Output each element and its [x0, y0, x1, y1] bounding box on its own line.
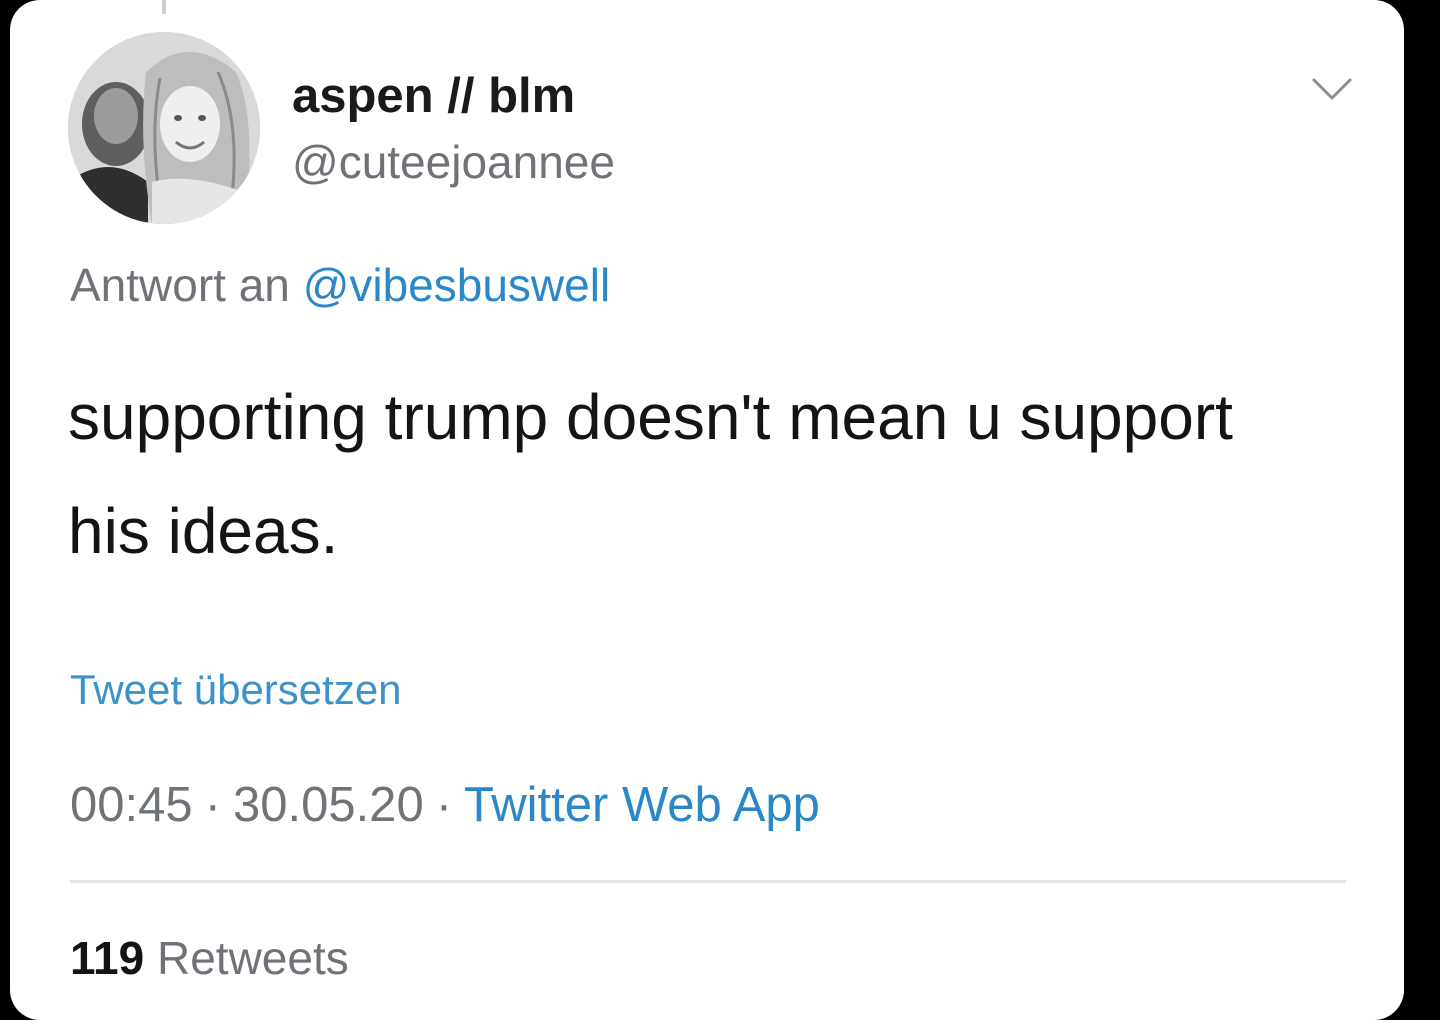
- translate-tweet-link[interactable]: Tweet übersetzen: [70, 664, 402, 716]
- top-edge-mark: [162, 0, 166, 14]
- tweet-card: aspen // blm @cuteejoannee Antwort an @v…: [10, 0, 1404, 1020]
- retweet-count: 119: [70, 932, 145, 984]
- meta-separator: ·: [204, 778, 221, 832]
- retweet-label: Retweets: [157, 932, 349, 984]
- tweet-date[interactable]: 30.05.20: [233, 778, 424, 832]
- divider: [70, 880, 1346, 883]
- tweet-time[interactable]: 00:45: [70, 778, 193, 832]
- reply-prefix: Antwort an: [70, 259, 303, 311]
- user-handle[interactable]: @cuteejoannee: [292, 134, 615, 190]
- reply-mention-link[interactable]: @vibesbuswell: [303, 259, 611, 311]
- display-name[interactable]: aspen // blm: [292, 66, 575, 126]
- tweet-text: supporting trump doesn't mean u support …: [68, 381, 1233, 567]
- avatar[interactable]: [68, 32, 260, 224]
- meta-separator: ·: [435, 778, 453, 832]
- retweets-stat[interactable]: 119 Retweets: [70, 930, 349, 986]
- tweet-meta: 00:45 · 30.05.20 · Twitter Web App: [70, 775, 820, 835]
- profile-photo-icon: [68, 32, 260, 224]
- reply-context: Antwort an @vibesbuswell: [70, 256, 610, 314]
- tweet-source-link[interactable]: Twitter Web App: [464, 778, 820, 832]
- chevron-down-icon[interactable]: [1310, 74, 1354, 104]
